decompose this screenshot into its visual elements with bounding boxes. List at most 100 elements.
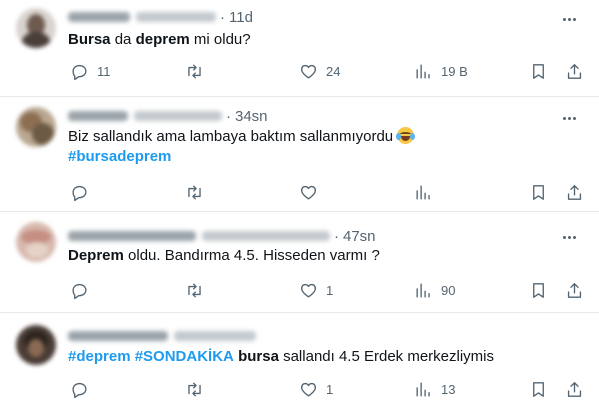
reply-icon: [72, 185, 87, 201]
share-icon: [567, 63, 582, 79]
tweet[interactable]: #deprem #SONDAKİKA bursa sallandı 4.5 Er…: [0, 313, 599, 417]
author-handle[interactable]: [202, 231, 330, 241]
views-button[interactable]: [414, 182, 441, 202]
share-button[interactable]: [565, 379, 584, 399]
bookmark-icon: [533, 282, 544, 298]
bookmark-button[interactable]: [529, 379, 548, 399]
text-plain: Biz sallandık ama lambaya baktım sallanm…: [68, 128, 394, 145]
author-handle[interactable]: [136, 12, 216, 22]
bookmark-button[interactable]: [529, 280, 548, 300]
hashtag-link[interactable]: #SONDAKİKA: [135, 348, 234, 365]
bookmark-icon: [533, 184, 544, 200]
reply-icon: [72, 283, 87, 299]
bookmark-button[interactable]: [529, 61, 548, 81]
separator-dot: ·: [220, 8, 225, 26]
separator-dot: ·: [334, 227, 339, 245]
views-count: 13: [441, 381, 456, 397]
retweet-button[interactable]: [185, 61, 212, 81]
tweet[interactable]: · 11d Bursa da deprem mi oldu? 11 24 19 …: [0, 0, 599, 97]
author-handle[interactable]: [174, 331, 256, 341]
share-icon: [567, 381, 582, 397]
text-plain: oldu. Bandırma 4.5. Hisseden varmı ?: [123, 247, 380, 264]
action-bar: 11 24 19 B: [0, 61, 599, 81]
bookmark-icon: [533, 63, 544, 79]
views-icon: [416, 184, 430, 200]
heart-icon: [300, 64, 317, 79]
views-count: 90: [441, 282, 456, 298]
views-icon: [416, 63, 430, 79]
views-button[interactable]: 13: [414, 379, 455, 399]
text-bold: bursa: [238, 348, 279, 365]
text-bold: deprem: [135, 31, 190, 48]
more-icon[interactable]: [559, 10, 579, 28]
tweet-time[interactable]: 47sn: [343, 228, 376, 245]
tweet-text: Deprem oldu. Bandırma 4.5. Hisseden varm…: [68, 246, 380, 266]
reply-button[interactable]: 11: [70, 61, 111, 81]
heart-icon: [300, 283, 317, 298]
text-plain: mi oldu?: [189, 31, 251, 48]
tweet-header: · 34sn: [68, 107, 268, 125]
like-count: 24: [326, 63, 341, 79]
share-button[interactable]: [565, 280, 584, 300]
retweet-icon: [188, 184, 201, 200]
views-icon: [416, 381, 430, 397]
bookmark-button[interactable]: [529, 182, 548, 202]
reply-button[interactable]: [70, 280, 97, 300]
tweet-header: [68, 327, 256, 345]
separator-dot: ·: [226, 107, 231, 125]
text-plain: da: [110, 31, 136, 48]
avatar[interactable]: [16, 325, 56, 365]
text-plain: sallandı 4.5 Erdek merkezliymis: [278, 348, 494, 365]
reply-button[interactable]: [70, 379, 97, 399]
action-bar: 1 13: [0, 379, 599, 399]
views-count: 19 B: [441, 63, 468, 79]
retweet-button[interactable]: [185, 182, 212, 202]
text-bold: Bursa: [68, 31, 111, 48]
share-button[interactable]: [565, 61, 584, 81]
author-name[interactable]: [68, 12, 130, 22]
tweet-header: · 47sn: [68, 227, 376, 245]
reply-icon: [72, 64, 87, 80]
hashtag-link[interactable]: #bursadeprem: [68, 147, 171, 167]
more-icon[interactable]: [559, 109, 579, 127]
hashtag-link[interactable]: #deprem: [68, 348, 131, 365]
tweet-time[interactable]: 11d: [229, 9, 253, 26]
share-button[interactable]: [565, 182, 584, 202]
tweet-text: Bursa da deprem mi oldu?: [68, 30, 251, 50]
text-bold: Deprem: [68, 247, 124, 264]
author-name[interactable]: [68, 111, 128, 121]
like-button[interactable]: 1: [299, 379, 333, 399]
action-bar: [0, 182, 599, 202]
reply-icon: [72, 382, 87, 398]
retweet-button[interactable]: [185, 280, 212, 300]
tweet[interactable]: · 34sn Biz sallandık ama lambaya baktım …: [0, 97, 599, 212]
heart-icon: [300, 185, 317, 200]
like-button[interactable]: 1: [299, 280, 333, 300]
views-button[interactable]: 19 B: [414, 61, 468, 81]
tweet-header: · 11d: [68, 8, 253, 26]
retweet-icon: [188, 63, 201, 79]
like-button[interactable]: [299, 182, 326, 202]
author-handle[interactable]: [134, 111, 222, 121]
tweet-feed: · 11d Bursa da deprem mi oldu? 11 24 19 …: [0, 0, 599, 417]
tweet-time[interactable]: 34sn: [235, 108, 268, 125]
tweet[interactable]: · 47sn Deprem oldu. Bandırma 4.5. Hissed…: [0, 212, 599, 313]
tweet-text: #deprem #SONDAKİKA bursa sallandı 4.5 Er…: [68, 347, 494, 367]
avatar[interactable]: [16, 8, 56, 48]
retweet-button[interactable]: [185, 379, 212, 399]
more-icon[interactable]: [559, 228, 579, 246]
heart-icon: [300, 382, 317, 397]
avatar[interactable]: [16, 107, 56, 147]
bookmark-icon: [533, 381, 544, 397]
like-count: 1: [326, 381, 334, 397]
retweet-icon: [188, 381, 201, 397]
author-name[interactable]: [68, 331, 168, 341]
share-icon: [567, 184, 582, 200]
avatar[interactable]: [16, 222, 56, 262]
views-button[interactable]: 90: [414, 280, 455, 300]
face-with-tears-of-joy-emoji: [396, 127, 416, 144]
like-button[interactable]: 24: [299, 61, 340, 81]
action-bar: 1 90: [0, 280, 599, 300]
reply-button[interactable]: [70, 182, 97, 202]
author-name[interactable]: [68, 231, 196, 241]
